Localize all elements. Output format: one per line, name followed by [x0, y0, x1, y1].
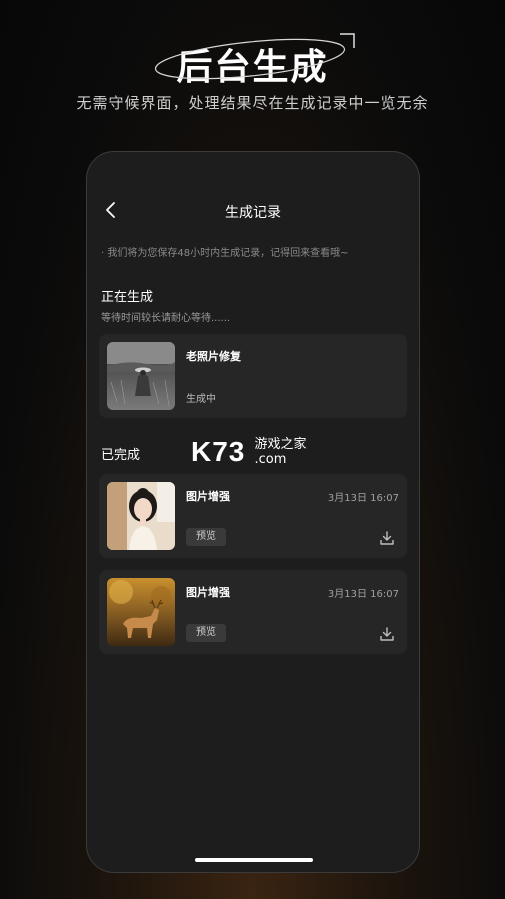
preview-button[interactable]: 预览	[186, 528, 226, 546]
phone-mockup: 生成记录 · 我们将为您保存48小时内生成记录，记得回来查看哦~ 正在生成 等待…	[86, 151, 420, 873]
portrait-thumbnail	[107, 482, 175, 550]
watermark-domain: .com	[254, 452, 287, 467]
download-icon[interactable]	[379, 530, 395, 546]
completed-item-card[interactable]: 图片增强 3月13日 16:07 预览	[99, 474, 407, 558]
completed-item-card[interactable]: 图片增强 3月13日 16:07 预览	[99, 570, 407, 654]
generating-item-title: 老照片修复	[186, 350, 241, 363]
old-photo-thumbnail	[107, 342, 175, 410]
home-indicator[interactable]	[195, 858, 313, 862]
generating-item-card[interactable]: 老照片修复 生成中	[99, 334, 407, 418]
download-icon[interactable]	[379, 626, 395, 642]
completed-item-title: 图片增强	[186, 586, 230, 599]
watermark-cn: 游戏之家	[254, 437, 307, 452]
preview-button[interactable]: 预览	[186, 624, 226, 642]
page-title: 生成记录	[225, 205, 281, 221]
deer-thumbnail	[107, 578, 175, 646]
generating-section-title: 正在生成	[101, 290, 154, 305]
generating-item-status: 生成中	[186, 394, 216, 405]
completed-item-date: 3月13日 16:07	[327, 493, 399, 504]
completed-item-title: 图片增强	[186, 490, 230, 503]
watermark-logo: K73 游戏之家 .com	[191, 436, 306, 468]
completed-item-date: 3月13日 16:07	[327, 589, 399, 600]
generating-section-subtitle: 等待时间较长请耐心等待......	[101, 313, 231, 324]
retention-notice: · 我们将为您保存48小时内生成记录，记得回来查看哦~	[101, 248, 349, 259]
ring-decoration-icon	[154, 33, 355, 80]
hero-subtitle: 无需守候界面，处理结果尽在生成记录中一览无余	[76, 94, 429, 112]
watermark-k73: K73	[191, 436, 246, 467]
completed-section-title: 已完成	[101, 448, 141, 463]
